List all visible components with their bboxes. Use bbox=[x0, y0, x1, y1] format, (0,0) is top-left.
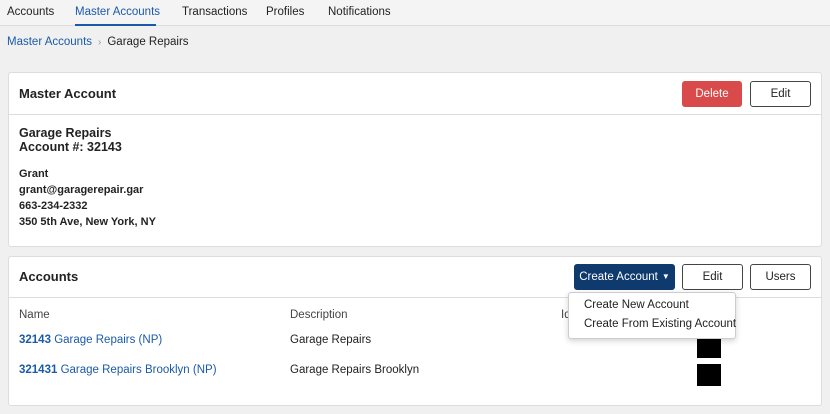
account-description: Garage Repairs bbox=[290, 334, 372, 346]
edit-master-button[interactable]: Edit bbox=[750, 81, 811, 107]
create-account-dropdown-menu: Create New Account Create From Existing … bbox=[568, 292, 736, 339]
master-account-panel: Master Account Delete Edit Garage Repair… bbox=[8, 72, 822, 247]
create-account-button[interactable]: Create Account ▼ bbox=[574, 264, 675, 290]
breadcrumb-current: Garage Repairs bbox=[107, 36, 189, 48]
tab-accounts[interactable]: Accounts bbox=[7, 0, 54, 26]
menu-item-create-new-account[interactable]: Create New Account bbox=[584, 299, 689, 311]
accounts-title: Accounts bbox=[19, 269, 79, 284]
table-row-account-link[interactable]: 32143 Garage Repairs (NP) bbox=[19, 334, 162, 346]
account-number: 32143 bbox=[19, 334, 51, 346]
tab-profiles[interactable]: Profiles bbox=[266, 0, 304, 26]
redacted-block bbox=[697, 336, 721, 358]
column-header-description: Description bbox=[290, 309, 348, 321]
create-account-label: Create Account bbox=[579, 271, 658, 283]
account-name: Garage Repairs (NP) bbox=[54, 334, 163, 346]
top-nav: Accounts Master Accounts Transactions Pr… bbox=[0, 0, 830, 26]
breadcrumb: Master Accounts › Garage Repairs bbox=[7, 36, 189, 48]
breadcrumb-master-accounts[interactable]: Master Accounts bbox=[7, 36, 92, 48]
tab-notifications[interactable]: Notifications bbox=[328, 0, 391, 26]
redacted-block bbox=[697, 364, 721, 386]
delete-button[interactable]: Delete bbox=[682, 81, 742, 107]
tab-master-accounts[interactable]: Master Accounts bbox=[75, 0, 160, 26]
master-account-number: Account #: 32143 bbox=[19, 140, 122, 154]
users-button[interactable]: Users bbox=[750, 264, 811, 290]
account-number: 321431 bbox=[19, 364, 58, 376]
table-row-account-link[interactable]: 321431 Garage Repairs Brooklyn (NP) bbox=[19, 364, 217, 376]
master-account-name: Garage Repairs bbox=[19, 126, 112, 140]
edit-accounts-button[interactable]: Edit bbox=[682, 264, 743, 290]
contact-email: grant@garagerepair.gar bbox=[19, 184, 144, 196]
menu-item-create-from-existing-account[interactable]: Create From Existing Account bbox=[584, 318, 736, 330]
column-header-name: Name bbox=[19, 309, 50, 321]
account-description: Garage Repairs Brooklyn bbox=[290, 364, 420, 376]
caret-down-icon: ▼ bbox=[661, 272, 670, 281]
breadcrumb-separator: › bbox=[98, 37, 102, 48]
tab-transactions[interactable]: Transactions bbox=[182, 0, 247, 26]
contact-address: 350 5th Ave, New York, NY bbox=[19, 216, 156, 228]
contact-name: Grant bbox=[19, 168, 49, 180]
master-account-header: Master Account Delete Edit bbox=[9, 73, 821, 115]
contact-phone: 663-234-2332 bbox=[19, 200, 88, 212]
account-name: Garage Repairs Brooklyn (NP) bbox=[60, 364, 217, 376]
master-account-title: Master Account bbox=[19, 86, 117, 101]
